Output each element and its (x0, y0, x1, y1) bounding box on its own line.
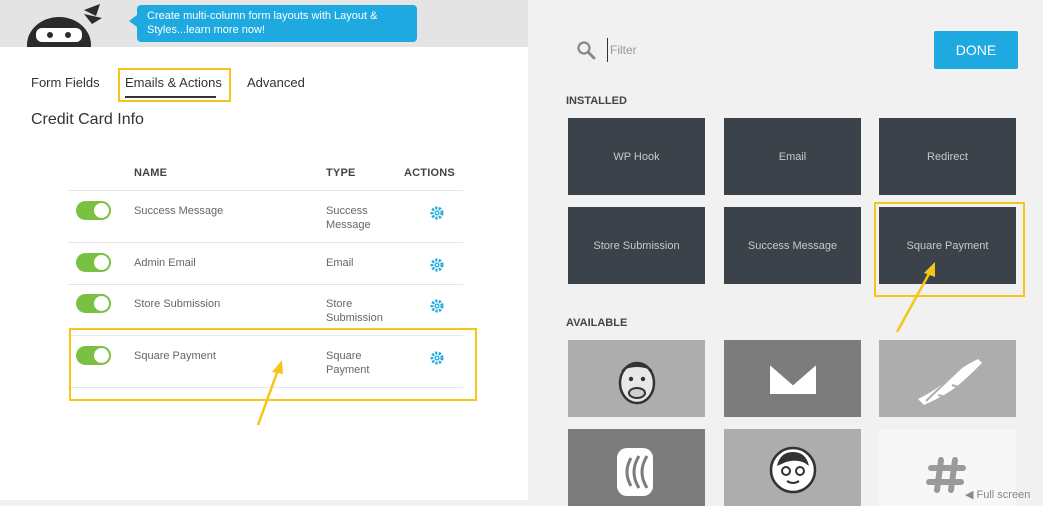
column-header-type: TYPE (326, 167, 356, 179)
available-tile-grid-flag[interactable] (879, 340, 1016, 417)
type-line: Message (326, 219, 371, 231)
gear-icon[interactable] (430, 258, 444, 272)
filter-input[interactable] (607, 38, 872, 62)
page-title: Credit Card Info (31, 111, 144, 128)
tab-highlight-box (118, 68, 231, 102)
available-tile-signal[interactable] (568, 429, 705, 506)
action-type: Success Message (326, 204, 371, 232)
installed-tile-redirect[interactable]: Redirect (879, 118, 1016, 195)
action-name[interactable]: Store Submission (134, 297, 220, 311)
toggle-knob (94, 255, 109, 270)
action-toggle[interactable] (76, 201, 111, 220)
ninja-logo (27, 4, 102, 47)
installed-tile-email[interactable]: Email (724, 118, 861, 195)
promo-tooltip[interactable]: Create multi-column form layouts with La… (129, 5, 417, 42)
type-line: Success (326, 205, 368, 217)
installed-tile-success-message[interactable]: Success Message (724, 207, 861, 284)
action-toggle[interactable] (76, 294, 111, 313)
fullscreen-icon: ◀ (965, 489, 974, 501)
fullscreen-link[interactable]: ◀ Full screen (965, 488, 1030, 501)
toggle-knob (94, 296, 109, 311)
fullscreen-label: Full screen (976, 489, 1031, 501)
gear-icon[interactable] (430, 206, 444, 220)
type-line: Email (326, 257, 354, 269)
row-highlight-box (69, 328, 477, 401)
column-header-actions: ACTIONS (404, 167, 455, 179)
row-divider (68, 242, 463, 243)
row-divider (68, 190, 463, 191)
type-line: Submission (326, 312, 383, 324)
avatar-face-icon (769, 446, 816, 493)
action-type: Store Submission (326, 297, 383, 325)
toggle-knob (94, 203, 109, 218)
available-tile-avatar[interactable] (724, 429, 861, 506)
signal-icon (616, 447, 653, 496)
action-name[interactable]: Success Message (134, 204, 223, 218)
action-toggle[interactable] (76, 253, 111, 272)
action-name[interactable]: Admin Email (134, 256, 196, 270)
search-icon (577, 41, 596, 60)
grid-flag-icon (917, 358, 982, 405)
installed-tile-store-submission[interactable]: Store Submission (568, 207, 705, 284)
mailchimp-icon (618, 361, 655, 404)
done-button[interactable]: DONE (934, 31, 1018, 69)
column-header-name: NAME (134, 167, 168, 179)
installed-heading: INSTALLED (566, 95, 627, 107)
available-tile-envelope[interactable] (724, 340, 861, 417)
tab-advanced[interactable]: Advanced (247, 75, 305, 90)
available-tile-mailchimp[interactable] (568, 340, 705, 417)
envelope-icon (768, 362, 817, 394)
row-divider (68, 284, 463, 285)
type-line: Store (326, 298, 353, 310)
action-type: Email (326, 256, 354, 270)
gear-icon[interactable] (430, 299, 444, 313)
installed-tile-wp-hook[interactable]: WP Hook (568, 118, 705, 195)
tile-highlight-box (874, 202, 1025, 297)
tab-form-fields[interactable]: Form Fields (31, 75, 100, 90)
available-heading: AVAILABLE (566, 317, 628, 329)
